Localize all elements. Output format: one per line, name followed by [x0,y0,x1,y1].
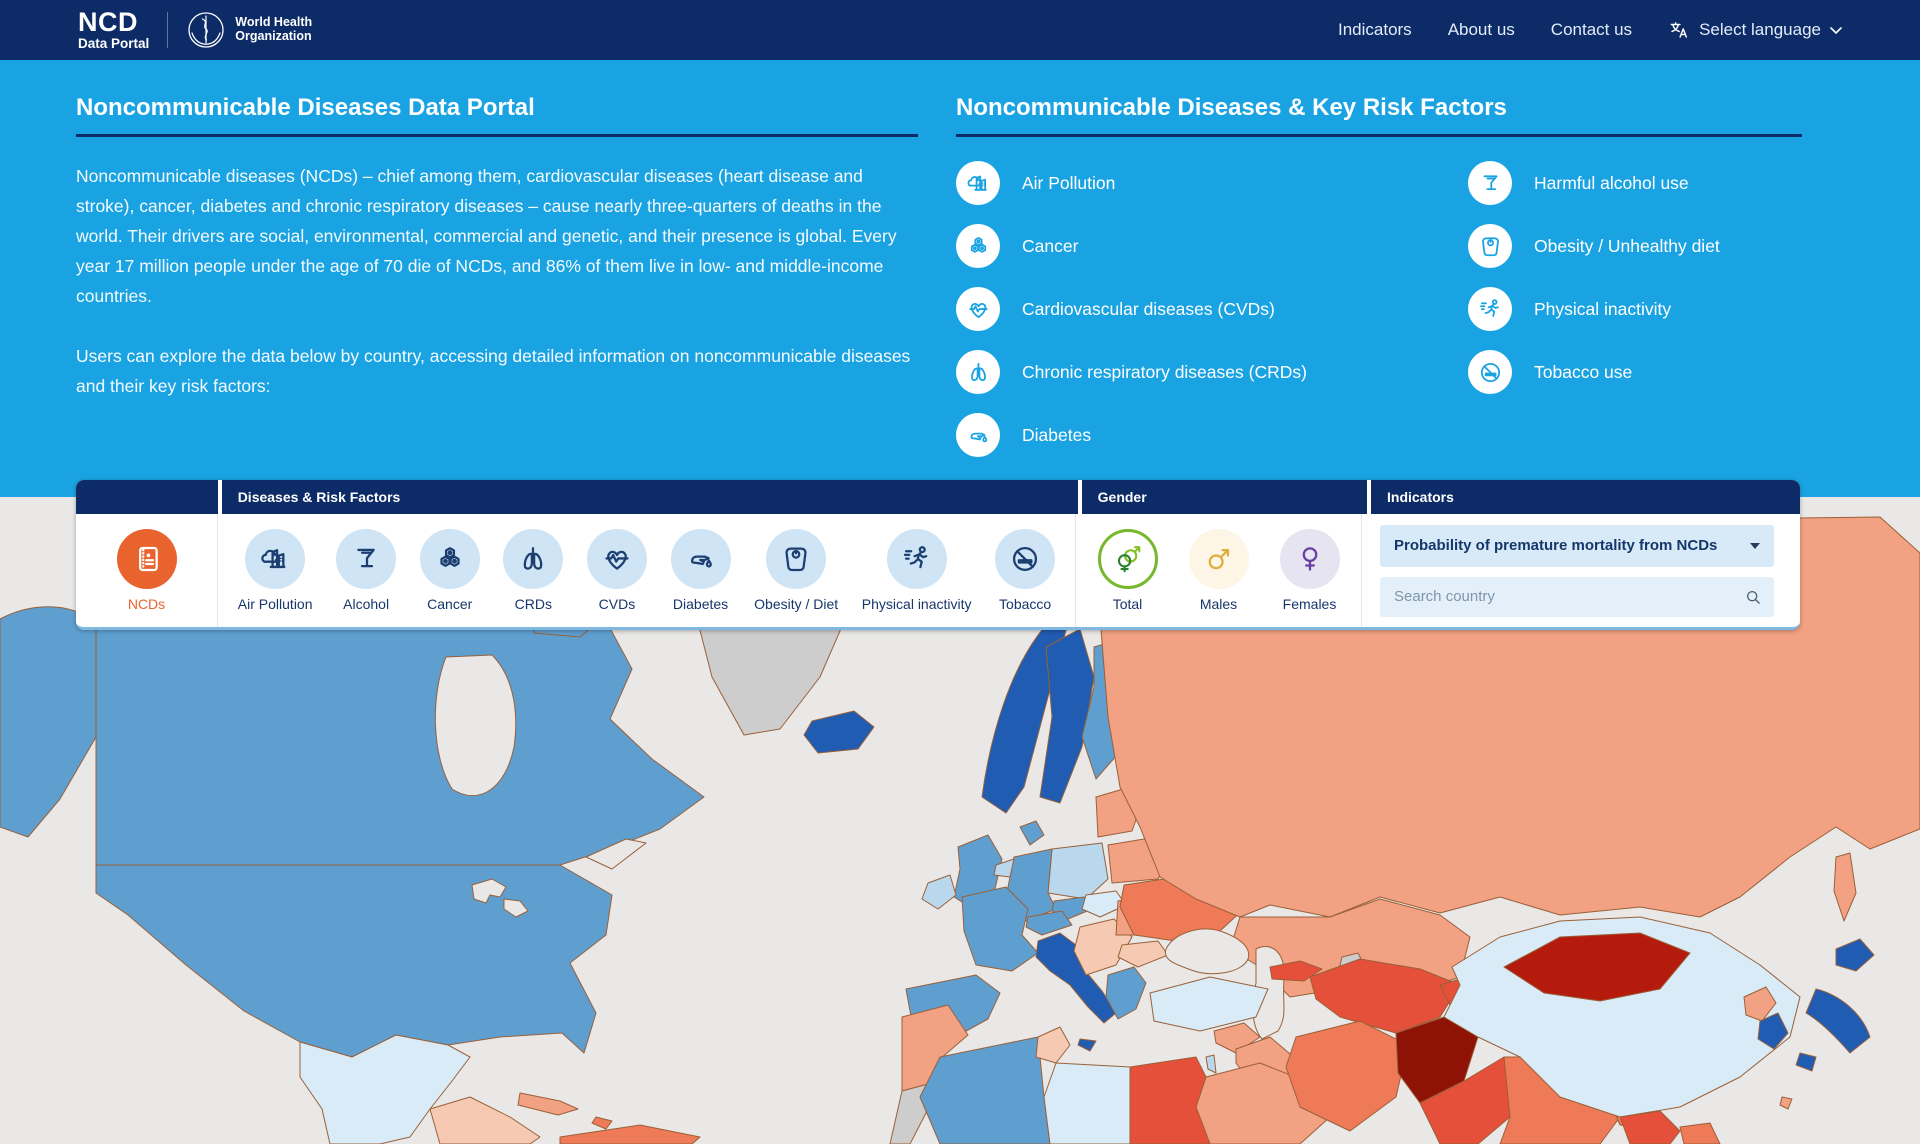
gender-females-button[interactable]: Females [1280,529,1340,612]
cocktail-glass-icon [336,529,396,589]
who-name: World Health Organization [235,16,312,44]
indicator-dropdown[interactable]: Probability of premature mortality from … [1380,525,1774,567]
runner-icon [1468,287,1512,331]
title-underline [956,134,1802,137]
page-title: Noncommunicable Diseases Data Portal [76,94,918,122]
region-egypt[interactable] [1130,1057,1210,1144]
language-label: Select language [1699,20,1821,40]
air-pollution-icon [956,161,1000,205]
translate-icon [1668,19,1690,41]
header-diseases: Diseases & Risk Factors [222,480,1078,514]
blood-drop-hand-icon [956,413,1000,457]
header-ncds-segment [76,480,218,514]
weight-scale-icon [1468,224,1512,268]
header-gender: Gender [1082,480,1367,514]
intro-paragraph-2: Users can explore the data below by coun… [76,341,918,401]
who-logo[interactable]: World Health Organization [186,10,312,50]
hero-section: Noncommunicable Diseases Data Portal Non… [0,60,1920,497]
cancer-cells-icon [956,224,1000,268]
gender-section: Total Males Females [1076,514,1362,627]
indicator-dropdown-value: Probability of premature mortality from … [1394,537,1717,554]
filter-alcohol[interactable]: Alcohol [336,529,396,612]
risk-item-crds[interactable]: Chronic respiratory diseases (CRDs) [956,350,1468,394]
lungs-icon [503,529,563,589]
filter-crds[interactable]: CRDs [503,529,563,612]
ncd-portal-logo[interactable]: NCD Data Portal [78,9,149,50]
diseases-section: Air Pollution Alcohol Cancer CRDs CVDs D… [218,514,1076,627]
country-search-box [1380,577,1774,617]
risk-item-alcohol[interactable]: Harmful alcohol use [1468,161,1720,205]
brand-subtitle: Data Portal [78,37,149,51]
filter-toolbar: Diseases & Risk Factors Gender Indicator… [76,480,1800,630]
risk-item-physical-inactivity[interactable]: Physical inactivity [1468,287,1720,331]
nav-item-contact-us[interactable]: Contact us [1551,20,1632,40]
nav-item-about-us[interactable]: About us [1448,20,1515,40]
risk-factors-title: Noncommunicable Diseases & Key Risk Fact… [956,94,1802,122]
risk-item-air-pollution[interactable]: Air Pollution [956,161,1468,205]
hudson-bay [435,655,515,796]
nav-item-indicators[interactable]: Indicators [1338,20,1412,40]
top-navbar: NCD Data Portal World Health Organizatio… [0,0,1920,60]
search-country-input[interactable] [1392,587,1744,606]
gender-males-button[interactable]: Males [1189,529,1249,612]
hero-intro: Noncommunicable Diseases Data Portal Non… [76,94,918,431]
region-libya[interactable] [1044,1063,1130,1144]
risk-item-cancer[interactable]: Cancer [956,224,1468,268]
filter-physical-inactivity[interactable]: Physical inactivity [862,529,972,612]
risk-item-diabetes[interactable]: Diabetes [956,413,1468,457]
risk-item-cvds[interactable]: Cardiovascular diseases (CVDs) [956,287,1468,331]
weight-scale-icon [766,529,826,589]
title-underline [76,134,918,137]
filter-ncds-button[interactable]: NCDs [117,529,177,612]
lungs-icon [956,350,1000,394]
female-icon [1280,529,1340,589]
gender-total-button[interactable]: Total [1098,529,1158,612]
search-icon [1744,588,1762,606]
cancer-cells-icon [420,529,480,589]
risk-factors-panel: Noncommunicable Diseases & Key Risk Fact… [956,94,1802,457]
risk-item-tobacco[interactable]: Tobacco use [1468,350,1720,394]
language-selector[interactable]: Select language [1668,19,1842,41]
brand-title: NCD [78,9,149,37]
chevron-down-icon [1830,27,1842,34]
who-emblem-icon [186,10,226,50]
filter-air-pollution[interactable]: Air Pollution [238,529,313,612]
air-pollution-icon [245,529,305,589]
ncds-section: NCDs [76,514,218,627]
risk-item-obesity[interactable]: Obesity / Unhealthy diet [1468,224,1720,268]
gender-total-icon [1098,529,1158,589]
no-smoking-icon [995,529,1055,589]
filter-headers: Diseases & Risk Factors Gender Indicator… [76,480,1800,514]
filter-obesity-diet[interactable]: Obesity / Diet [754,529,838,612]
indicators-section: Probability of premature mortality from … [1362,514,1792,627]
header-indicators: Indicators [1371,480,1800,514]
nav-links: Indicators About us Contact us Select la… [1338,19,1842,41]
filter-cancer[interactable]: Cancer [420,529,480,612]
filter-diabetes[interactable]: Diabetes [671,529,731,612]
cocktail-glass-icon [1468,161,1512,205]
caret-down-icon [1750,543,1760,549]
risk-factors-column-2: Harmful alcohol use Obesity / Unhealthy … [1468,161,1720,457]
filter-tobacco[interactable]: Tobacco [995,529,1055,612]
ncd-report-icon [117,529,177,589]
risk-factors-column-1: Air Pollution Cancer Cardiovascular dise… [956,161,1468,457]
heart-pulse-icon [587,529,647,589]
intro-paragraph-1: Noncommunicable diseases (NCDs) – chief … [76,161,918,311]
filter-cvds[interactable]: CVDs [587,529,647,612]
heart-pulse-icon [956,287,1000,331]
blood-drop-hand-icon [671,529,731,589]
runner-icon [887,529,947,589]
no-smoking-icon [1468,350,1512,394]
male-icon [1189,529,1249,589]
logo-divider [167,12,168,48]
